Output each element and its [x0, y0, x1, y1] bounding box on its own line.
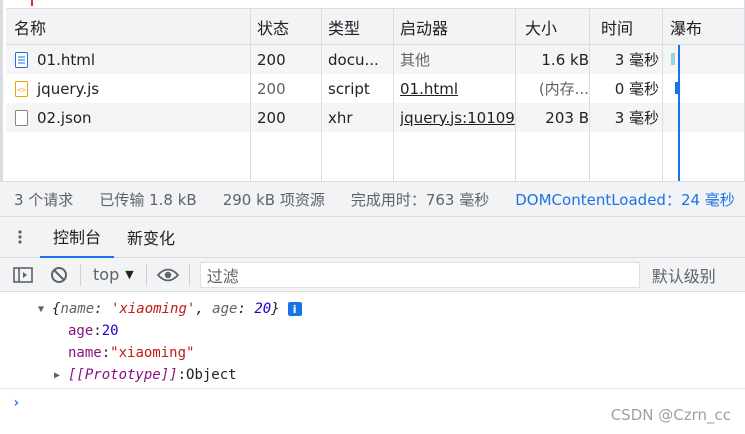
divider	[80, 263, 81, 286]
column-divider[interactable]	[393, 8, 394, 181]
network-summary-bar: 3 个请求 已传输 1.8 kB 290 kB 项资源 完成用时：763 毫秒 …	[0, 181, 745, 217]
table-row[interactable]: 01.html 200 docu... 其他 1.6 kB 3 毫秒	[6, 45, 744, 74]
column-header-size[interactable]: 大小	[525, 9, 592, 44]
column-header-time[interactable]: 时间	[601, 9, 664, 44]
request-time: 3 毫秒	[614, 109, 659, 127]
request-type: docu...	[328, 50, 379, 69]
svg-text:<>: <>	[17, 86, 25, 94]
tab-whats-new[interactable]: 新变化	[114, 217, 188, 258]
collapse-triangle-icon[interactable]: ▼	[38, 304, 52, 315]
column-divider[interactable]	[589, 8, 590, 181]
console-toolbar: top ▼ 过滤 默认级别	[0, 258, 745, 292]
document-icon	[14, 51, 28, 68]
divider	[188, 263, 190, 286]
network-panel: 名称 状态 类型 启动器 大小 时间 瀑布 01.html 200 docu..…	[0, 0, 745, 181]
column-header-name[interactable]: 名称	[14, 9, 254, 44]
request-status: 200	[257, 79, 286, 98]
request-time: 0 毫秒	[614, 80, 659, 98]
summary-requests: 3 个请求	[14, 190, 74, 209]
prompt-chevron-icon: ›	[12, 394, 21, 411]
initiator-link[interactable]: jquery.js:10109	[400, 109, 515, 127]
blank-file-icon	[14, 109, 28, 126]
request-type: script	[328, 79, 370, 98]
expand-triangle-icon[interactable]: ▶	[54, 370, 68, 381]
live-expression-eye-icon[interactable]	[153, 258, 183, 292]
column-header-waterfall[interactable]: 瀑布	[670, 9, 745, 44]
watermark: CSDN @Czrn_cc	[610, 406, 731, 424]
sidebar-toggle-icon[interactable]	[8, 258, 38, 292]
column-divider[interactable]	[250, 8, 251, 181]
waterfall-load-line	[678, 45, 680, 181]
request-name: jquery.js	[37, 79, 100, 98]
column-header-type[interactable]: 类型	[328, 9, 396, 44]
drawer-tab-bar: 控制台 新变化	[0, 217, 745, 258]
summary-transferred: 已传输 1.8 kB	[99, 190, 197, 209]
summary-domcontentloaded: DOMContentLoaded：24 毫秒	[515, 190, 735, 209]
object-property-age: age: 20	[68, 323, 119, 339]
recording-indicator	[31, 0, 33, 6]
request-size: 203 B	[545, 108, 589, 127]
waterfall-bar	[675, 82, 678, 94]
request-initiator: 其他	[400, 51, 431, 69]
request-status: 200	[257, 50, 286, 69]
column-divider[interactable]	[515, 8, 516, 181]
request-name: 02.json	[37, 108, 92, 127]
column-header-status[interactable]: 状态	[257, 9, 325, 44]
column-divider[interactable]	[662, 8, 663, 181]
object-prototype[interactable]: ▶ [[Prototype]]: Object	[54, 364, 237, 386]
info-icon[interactable]: i	[287, 302, 302, 316]
context-label: top	[93, 265, 120, 284]
initiator-link[interactable]: 01.html	[400, 80, 458, 98]
filter-placeholder: 过滤	[206, 266, 239, 286]
request-size: 1.6 kB	[541, 50, 589, 69]
kebab-menu-icon[interactable]	[0, 229, 40, 245]
summary-finish: 完成用时：763 毫秒	[350, 190, 490, 209]
divider	[145, 263, 147, 286]
request-time: 3 毫秒	[614, 51, 659, 69]
request-type: xhr	[328, 108, 353, 127]
filter-input[interactable]: 过滤	[199, 261, 640, 288]
clear-console-icon[interactable]	[44, 258, 74, 292]
request-size: (内存...	[538, 80, 589, 98]
table-row[interactable]: <> jquery.js 200 script 01.html (内存... 0…	[6, 74, 744, 103]
console-log-object[interactable]: ▼ {name: 'xiaoming', age: 20} i	[38, 298, 302, 320]
request-name: 01.html	[37, 50, 96, 69]
script-icon: <>	[14, 80, 28, 97]
summary-resources: 290 kB 项资源	[222, 190, 325, 209]
object-preview: {name: 'xiaoming', age: 20}	[52, 301, 280, 317]
log-levels-label: 默认级别	[651, 266, 716, 286]
object-property-name: name: "xiaoming"	[68, 345, 195, 361]
console-output: ▼ {name: 'xiaoming', age: 20} i age: 20 …	[0, 292, 745, 434]
column-divider[interactable]	[321, 8, 322, 181]
tab-console[interactable]: 控制台	[40, 217, 115, 258]
dropdown-arrow-icon: ▼	[125, 268, 134, 281]
context-selector[interactable]: top ▼	[87, 265, 140, 284]
request-status: 200	[257, 108, 286, 127]
column-header-initiator[interactable]: 启动器	[400, 9, 517, 44]
network-table-header: 名称 状态 类型 启动器 大小 时间 瀑布	[6, 8, 744, 45]
waterfall-bar	[671, 53, 675, 65]
log-levels-dropdown[interactable]: 默认级别	[652, 263, 716, 287]
table-row[interactable]: 02.json 200 xhr jquery.js:10109 203 B 3 …	[6, 103, 744, 132]
